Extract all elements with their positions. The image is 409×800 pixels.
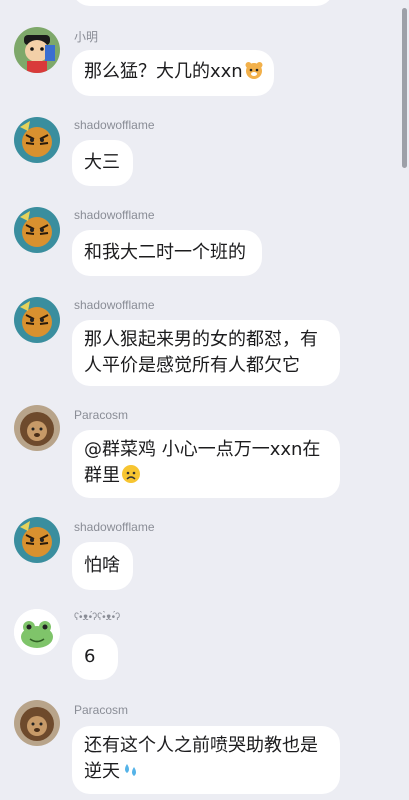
message-text: 大三 (84, 152, 120, 173)
lion-avatar-icon (14, 700, 60, 746)
message-bubble[interactable]: 和我大二时一个班的 (72, 230, 262, 276)
avatar-xiaoming[interactable] (14, 27, 60, 73)
message-bubble[interactable]: 怕啥 (72, 542, 133, 590)
scrollbar[interactable] (402, 8, 407, 168)
cartoon-boy-avatar-icon (14, 27, 60, 73)
sender-name: shadowofflame (74, 520, 155, 534)
sender-name: shadowofflame (74, 118, 155, 132)
frog-avatar-icon (14, 609, 60, 655)
message-bubble[interactable]: 那人狠起来男的女的都怼，有 人平价是感觉所有人都欠它 (72, 320, 340, 386)
avatar-shadowofflame[interactable] (14, 207, 60, 253)
tiger-avatar-icon (14, 297, 60, 343)
avatar-paracosm[interactable] (14, 700, 60, 746)
message-text-line: 人平价是感觉所有人都欠它 (84, 355, 300, 376)
message-bubble[interactable]: 那么猛？大几的xxn (72, 50, 274, 96)
message-text-line: @群菜鸡 小心一点万一xxn在 (84, 438, 321, 460)
avatar-shadowofflame[interactable] (14, 117, 60, 163)
message-text-line: 群里 (84, 464, 120, 486)
avatar-frog[interactable] (14, 609, 60, 655)
message-bubble[interactable]: @群菜鸡 小心一点万一xxn在 群里 (72, 430, 340, 498)
sweat-droplets-emoji-icon (121, 760, 141, 788)
message-text: 那么猛？大几的xxn (84, 60, 243, 82)
hamster-emoji-icon (244, 60, 264, 88)
message-bubble[interactable]: 大三 (72, 140, 133, 186)
worried-face-emoji-icon (121, 464, 141, 492)
chat-message-list[interactable]: 小明 那么猛？大几的xxn shadowofflame 大三 shadowoff… (0, 0, 409, 800)
partial-message-bubble[interactable] (72, 0, 334, 6)
avatar-paracosm[interactable] (14, 405, 60, 451)
message-text-line: 逆天 (84, 760, 120, 782)
sender-name: 小明 (74, 30, 99, 44)
sender-name: shadowofflame (74, 298, 155, 312)
tiger-avatar-icon (14, 207, 60, 253)
message-bubble[interactable]: 还有这个人之前喷哭助教也是 逆天 (72, 726, 340, 794)
message-text: 和我大二时一个班的 (84, 242, 246, 263)
tiger-avatar-icon (14, 117, 60, 163)
sender-name: Paracosm (74, 408, 129, 422)
avatar-shadowofflame[interactable] (14, 297, 60, 343)
tiger-avatar-icon (14, 517, 60, 563)
message-text: 怕啥 (84, 555, 120, 576)
avatar-shadowofflame[interactable] (14, 517, 60, 563)
lion-avatar-icon (14, 405, 60, 451)
sender-name: ʕ•̀ᴥ•́ʔʕ•̀ᴥ•́ʔ (74, 612, 121, 623)
message-text: 6 (84, 646, 96, 667)
message-bubble[interactable]: 6 (72, 634, 118, 680)
message-text-line: 还有这个人之前喷哭助教也是 (84, 734, 318, 756)
sender-name: Paracosm (74, 703, 129, 717)
sender-name: shadowofflame (74, 208, 155, 222)
message-text-line: 那人狠起来男的女的都怼，有 (84, 329, 318, 350)
